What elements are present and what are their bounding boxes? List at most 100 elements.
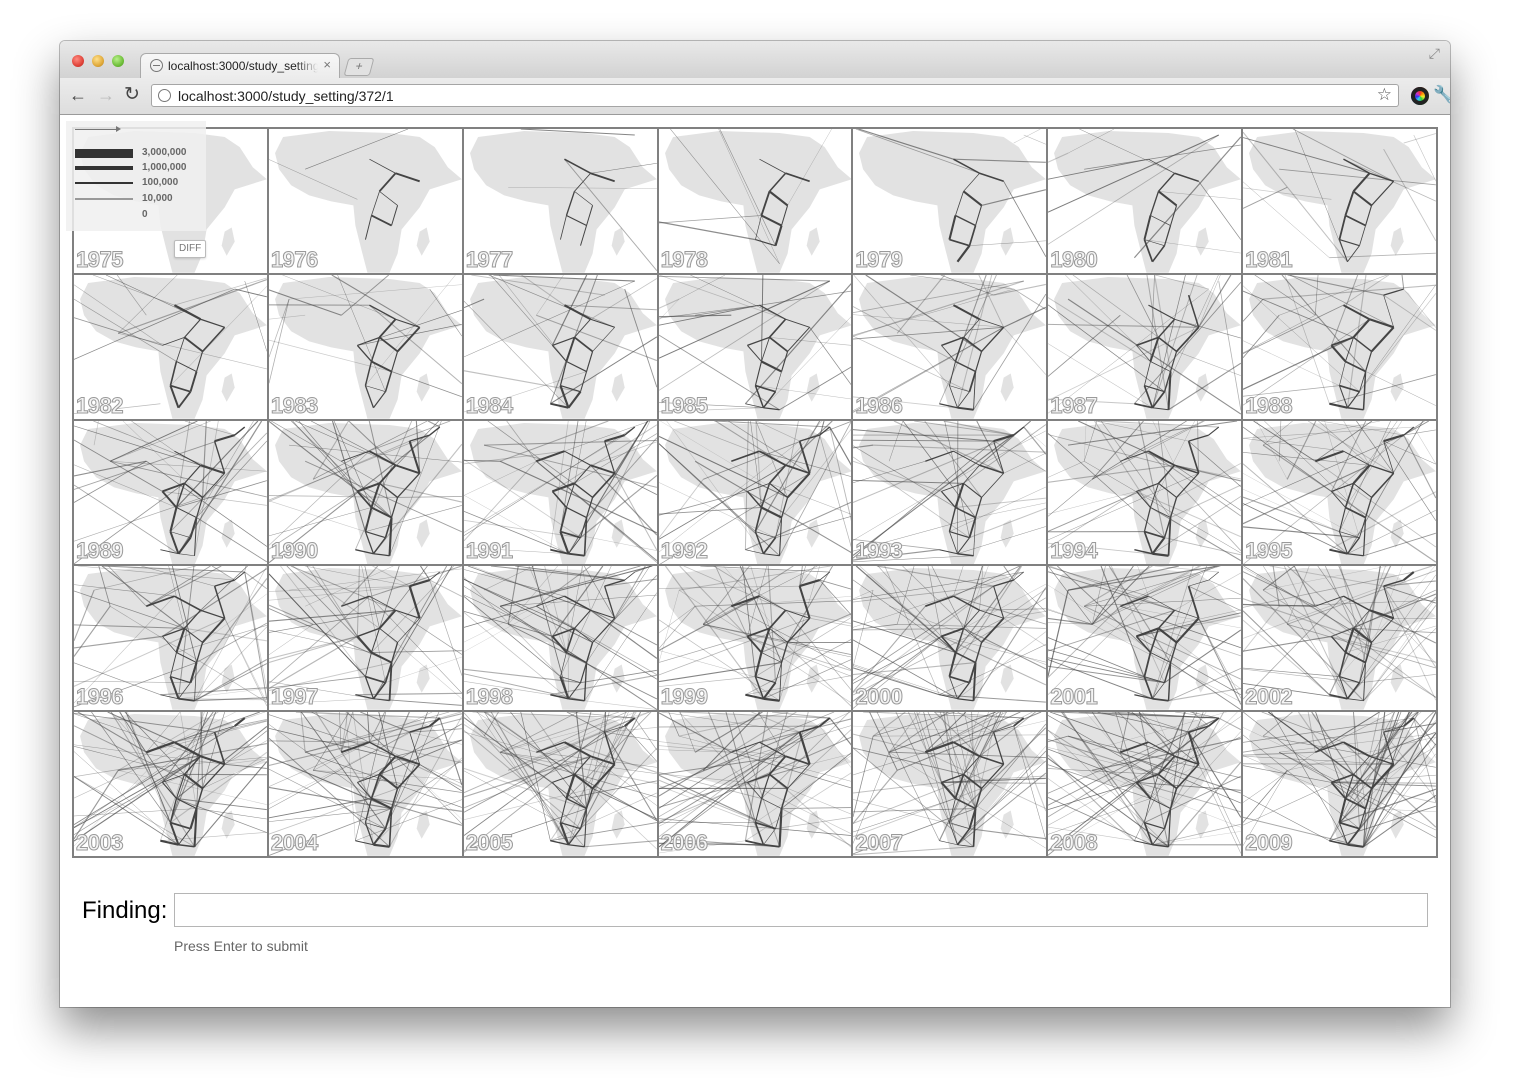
browser-tab[interactable]: localhost:3000/study_setting × <box>140 53 340 78</box>
year-label: 2002 <box>1245 684 1293 710</box>
close-window-button[interactable] <box>72 55 84 67</box>
year-label: 1997 <box>270 684 318 710</box>
year-map-cell[interactable]: 2004 <box>268 712 462 856</box>
year-map-cell[interactable]: 1998 <box>463 566 657 711</box>
flow-line <box>1208 572 1220 581</box>
madagascar-landmass <box>1390 227 1404 256</box>
year-map-cell[interactable]: 1988 <box>1243 274 1436 419</box>
flow-line <box>1048 637 1145 678</box>
globe-icon <box>150 59 163 72</box>
flow-line <box>1176 642 1242 690</box>
flow-line <box>853 770 899 825</box>
year-map-cell[interactable]: 1981 <box>1243 129 1436 273</box>
year-label: 1981 <box>1245 246 1293 272</box>
madagascar-landmass <box>1001 227 1015 256</box>
year-map-cell[interactable]: 1989 <box>74 420 267 565</box>
madagascar-landmass <box>1001 373 1015 402</box>
flow-line <box>1243 636 1332 653</box>
year-label: 2006 <box>660 830 708 856</box>
year-map-cell[interactable]: 1999 <box>658 566 852 711</box>
year-label: 1992 <box>660 538 708 564</box>
legend-label: 1,000,000 <box>142 162 187 173</box>
flow-line <box>1403 420 1425 435</box>
legend-label: 10,000 <box>142 193 173 204</box>
back-button[interactable]: ← <box>69 84 87 106</box>
madagascar-landmass <box>806 373 820 402</box>
year-map-cell[interactable]: 2005 <box>463 712 657 856</box>
year-label: 1976 <box>270 246 318 272</box>
finding-label: Finding: <box>82 897 168 924</box>
year-map-cell[interactable]: 1996 <box>74 566 267 711</box>
new-tab-button[interactable]: + <box>343 58 375 76</box>
legend-label: 3,000,000 <box>142 147 187 158</box>
year-label: 2007 <box>855 830 903 856</box>
madagascar-landmass <box>221 373 235 402</box>
flow-line <box>584 840 657 848</box>
tab-close-icon[interactable]: × <box>323 57 331 72</box>
year-map-cell[interactable]: 1976 <box>268 129 462 273</box>
year-label: 2000 <box>855 684 903 710</box>
year-map-cell[interactable]: 1982 <box>74 274 267 419</box>
year-label: 2004 <box>270 830 318 856</box>
year-map-cell[interactable]: 1985 <box>658 274 852 419</box>
flow-legend: 3,000,000 1,000,000 100,000 10,000 0 <box>66 121 206 231</box>
flow-line <box>1014 129 1041 144</box>
year-label: 2009 <box>1245 830 1293 856</box>
reload-button[interactable]: ↻ <box>124 84 140 106</box>
year-map-cell[interactable]: 2006 <box>658 712 852 856</box>
year-map-cell[interactable]: 1984 <box>463 274 657 419</box>
legend-swatch <box>75 215 133 216</box>
year-map-cell[interactable]: 1986 <box>853 274 1047 419</box>
year-map-cell[interactable]: 2007 <box>853 712 1047 856</box>
address-bar[interactable]: localhost:3000/study_setting/372/1 ☆ <box>151 84 1399 107</box>
madagascar-landmass <box>416 373 430 402</box>
forward-button[interactable]: → <box>97 84 115 106</box>
year-map-cell[interactable]: 2001 <box>1048 566 1242 711</box>
year-map-cell[interactable]: 1978 <box>658 129 852 273</box>
madagascar-landmass <box>806 519 820 548</box>
year-map-cell[interactable]: 1979 <box>853 129 1047 273</box>
year-label: 1985 <box>660 392 708 418</box>
year-label: 1980 <box>1050 246 1098 272</box>
minimize-window-button[interactable] <box>92 55 104 67</box>
flow-line <box>1024 426 1047 447</box>
year-map-cell[interactable]: 2003 <box>74 712 267 856</box>
year-map-cell[interactable]: 2008 <box>1048 712 1242 856</box>
flow-line <box>658 478 704 538</box>
year-map-cell[interactable]: 2009 <box>1243 712 1436 856</box>
diff-button[interactable]: DIFF <box>174 240 207 258</box>
color-picker-extension-icon[interactable] <box>1411 87 1429 105</box>
year-map-cell[interactable]: 1987 <box>1048 274 1242 419</box>
flow-line <box>623 288 657 388</box>
year-label: 1990 <box>270 538 318 564</box>
year-map-cell[interactable]: 1997 <box>268 566 462 711</box>
bookmark-star-icon[interactable]: ☆ <box>1377 85 1392 105</box>
year-map-cell[interactable]: 1993 <box>853 420 1047 565</box>
year-map-cell[interactable]: 1992 <box>658 420 852 565</box>
finding-input[interactable] <box>174 893 1428 927</box>
madagascar-landmass <box>1390 373 1404 402</box>
fullscreen-icon[interactable]: ⤢ <box>1429 45 1440 62</box>
zoom-window-button[interactable] <box>112 55 124 67</box>
year-map-cell[interactable]: 2000 <box>853 566 1047 711</box>
legend-swatch <box>75 166 133 170</box>
year-map-cell[interactable]: 1977 <box>463 129 657 273</box>
year-map-cell[interactable]: 2002 <box>1243 566 1436 711</box>
year-map-cell[interactable]: 1991 <box>463 420 657 565</box>
madagascar-landmass <box>1195 519 1209 548</box>
year-label: 1984 <box>465 392 513 418</box>
madagascar-landmass <box>806 227 820 256</box>
year-map-cell[interactable]: 1983 <box>268 274 462 419</box>
wrench-icon[interactable]: 🔧 <box>1433 85 1450 105</box>
url-text: localhost:3000/study_setting/372/1 <box>178 88 394 104</box>
year-label: 1977 <box>465 246 513 272</box>
url-host: localhost <box>178 88 234 104</box>
year-label: 1991 <box>465 538 513 564</box>
year-label: 1989 <box>76 538 124 564</box>
year-map-cell[interactable]: 1990 <box>268 420 462 565</box>
legend-swatch <box>75 198 133 200</box>
flow-line <box>1198 764 1242 854</box>
year-map-cell[interactable]: 1995 <box>1243 420 1436 565</box>
year-map-cell[interactable]: 1994 <box>1048 420 1242 565</box>
year-map-cell[interactable]: 1980 <box>1048 129 1242 273</box>
